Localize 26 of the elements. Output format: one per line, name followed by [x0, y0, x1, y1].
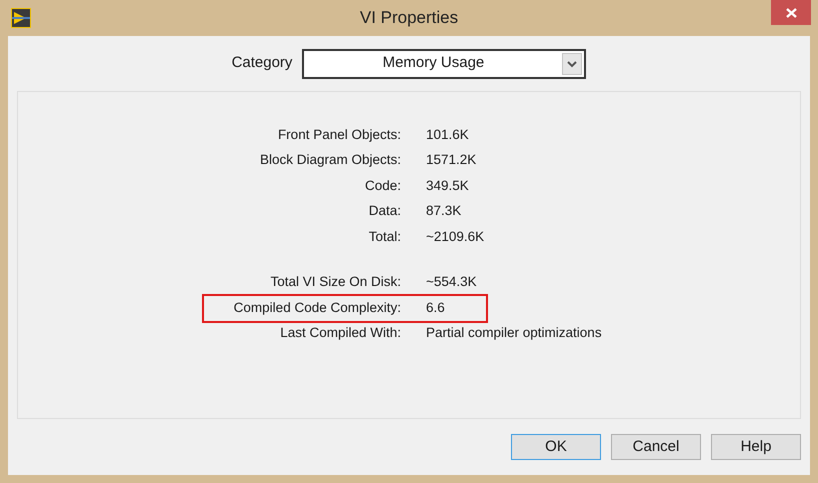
property-label: Block Diagram Objects:	[260, 151, 401, 170]
window-title: VI Properties	[360, 7, 458, 30]
app-icon	[11, 8, 31, 28]
property-label: Front Panel Objects:	[278, 126, 401, 144]
close-button[interactable]	[771, 0, 811, 25]
close-icon	[786, 8, 796, 18]
dialog-button[interactable]: OK	[511, 434, 601, 460]
property-value: 101.6K	[426, 126, 469, 144]
dialog-button[interactable]: Cancel	[611, 434, 701, 460]
property-label: Total VI Size On Disk:	[270, 273, 401, 292]
dialog-button[interactable]: Help	[711, 434, 801, 460]
dropdown-caret-icon	[562, 52, 582, 74]
property-label: Last Compiled With:	[280, 324, 401, 342]
property-label: Data:	[368, 202, 401, 220]
property-value: ~554.3K	[426, 273, 477, 292]
property-label: Total:	[368, 228, 401, 246]
property-value: 349.5K	[426, 176, 469, 195]
category-dropdown[interactable]: Memory Usage	[302, 48, 586, 78]
property-value: 1571.2K	[426, 151, 476, 170]
property-value: Partial compiler optimizations	[426, 324, 602, 342]
category-label: Category	[232, 53, 292, 74]
property-label: Compiled Code Complexity:	[234, 298, 401, 317]
property-value: ~2109.6K	[426, 228, 484, 246]
property-value: 87.3K	[426, 202, 462, 220]
property-label: Code:	[364, 176, 401, 195]
property-value: 6.6	[426, 298, 445, 317]
